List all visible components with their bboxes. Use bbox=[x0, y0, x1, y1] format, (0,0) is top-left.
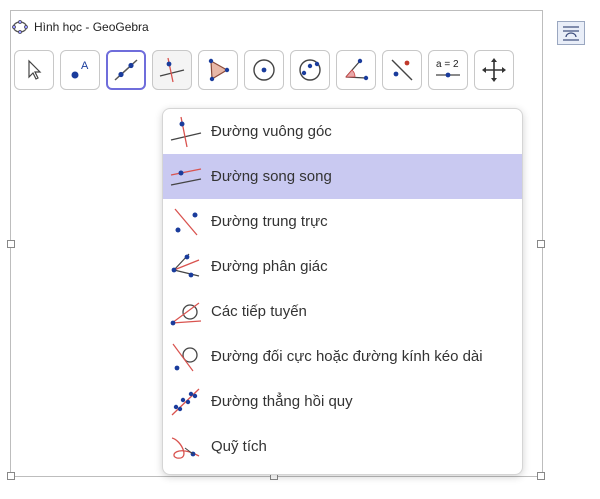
menu-item-label: Đường vuông góc bbox=[211, 123, 332, 140]
menu-item-label: Quỹ tích bbox=[211, 438, 267, 455]
svg-text:A: A bbox=[81, 60, 89, 72]
menu-item-label: Đường song song bbox=[211, 168, 332, 185]
menu-item-polar-diameter[interactable]: Đường đối cực hoặc đường kính kéo dài bbox=[163, 334, 522, 379]
circle-three-points-tool-button[interactable] bbox=[290, 50, 330, 90]
menu-item-label: Các tiếp tuyến bbox=[211, 303, 307, 320]
point-tool-button[interactable]: A bbox=[60, 50, 100, 90]
menu-item-label: Đường phân giác bbox=[211, 258, 328, 275]
polar-diameter-icon bbox=[169, 340, 203, 374]
line-tool-button[interactable] bbox=[106, 50, 146, 90]
move-tool-button[interactable] bbox=[14, 50, 54, 90]
toolbar: A a = 2 bbox=[14, 50, 514, 90]
svg-text:a = 2: a = 2 bbox=[436, 59, 459, 70]
perpendicular-bisector-icon bbox=[169, 205, 203, 239]
angle-tool-button[interactable] bbox=[336, 50, 376, 90]
perpendicular-line-icon bbox=[169, 115, 203, 149]
menu-item-tangents[interactable]: Các tiếp tuyến bbox=[163, 289, 522, 334]
perpendicular-line-icon bbox=[159, 57, 185, 83]
menu-item-angle-bisector[interactable]: Đường phân giác bbox=[163, 244, 522, 289]
polygon-tool-button[interactable] bbox=[198, 50, 238, 90]
reflect-tool-button[interactable] bbox=[382, 50, 422, 90]
slider-icon: a = 2 bbox=[436, 59, 460, 78]
polygon-icon bbox=[208, 58, 230, 82]
perpendicular-tool-button[interactable] bbox=[152, 50, 192, 90]
parallel-line-icon bbox=[169, 160, 203, 194]
title-bar: Hình học - GeoGebra bbox=[12, 12, 149, 42]
menu-item-perpendicular-line[interactable]: Đường vuông góc bbox=[163, 109, 522, 154]
wrap-text-icon[interactable] bbox=[557, 21, 585, 45]
tangents-icon bbox=[169, 295, 203, 329]
resize-handle-right[interactable] bbox=[537, 240, 545, 248]
menu-item-regression-line[interactable]: Đường thẳng hồi quy bbox=[163, 379, 522, 424]
menu-item-parallel-line[interactable]: Đường song song bbox=[163, 154, 522, 199]
window-title: Hình học - GeoGebra bbox=[34, 20, 149, 34]
angle-bisector-icon bbox=[169, 250, 203, 284]
menu-item-perpendicular-bisector[interactable]: Đường trung trực bbox=[163, 199, 522, 244]
circle-tool-button[interactable] bbox=[244, 50, 284, 90]
circle-center-point-icon bbox=[253, 59, 275, 81]
move-graphics-tool-button[interactable] bbox=[474, 50, 514, 90]
resize-handle-bottom-left[interactable] bbox=[7, 472, 15, 480]
resize-handle-left[interactable] bbox=[7, 240, 15, 248]
reflect-icon bbox=[391, 59, 413, 81]
line-tools-dropdown-menu: Đường vuông góc Đường song song Đường tr… bbox=[162, 108, 523, 475]
menu-item-label: Đường đối cực hoặc đường kính kéo dài bbox=[211, 348, 483, 365]
angle-icon bbox=[345, 58, 369, 81]
point-icon: A bbox=[71, 60, 89, 79]
circle-three-points-icon bbox=[299, 59, 321, 81]
menu-item-locus[interactable]: Quỹ tích bbox=[163, 424, 522, 469]
regression-line-icon bbox=[169, 385, 203, 419]
arrow-cursor-icon bbox=[28, 59, 42, 80]
menu-item-label: Đường thẳng hồi quy bbox=[211, 393, 353, 410]
slider-tool-button[interactable]: a = 2 bbox=[428, 50, 468, 90]
locus-icon bbox=[169, 430, 203, 464]
menu-item-label: Đường trung trực bbox=[211, 213, 328, 230]
move-view-icon bbox=[482, 58, 506, 82]
line-icon bbox=[114, 59, 138, 81]
resize-handle-bottom-right[interactable] bbox=[537, 472, 545, 480]
geogebra-logo-icon bbox=[12, 20, 28, 34]
